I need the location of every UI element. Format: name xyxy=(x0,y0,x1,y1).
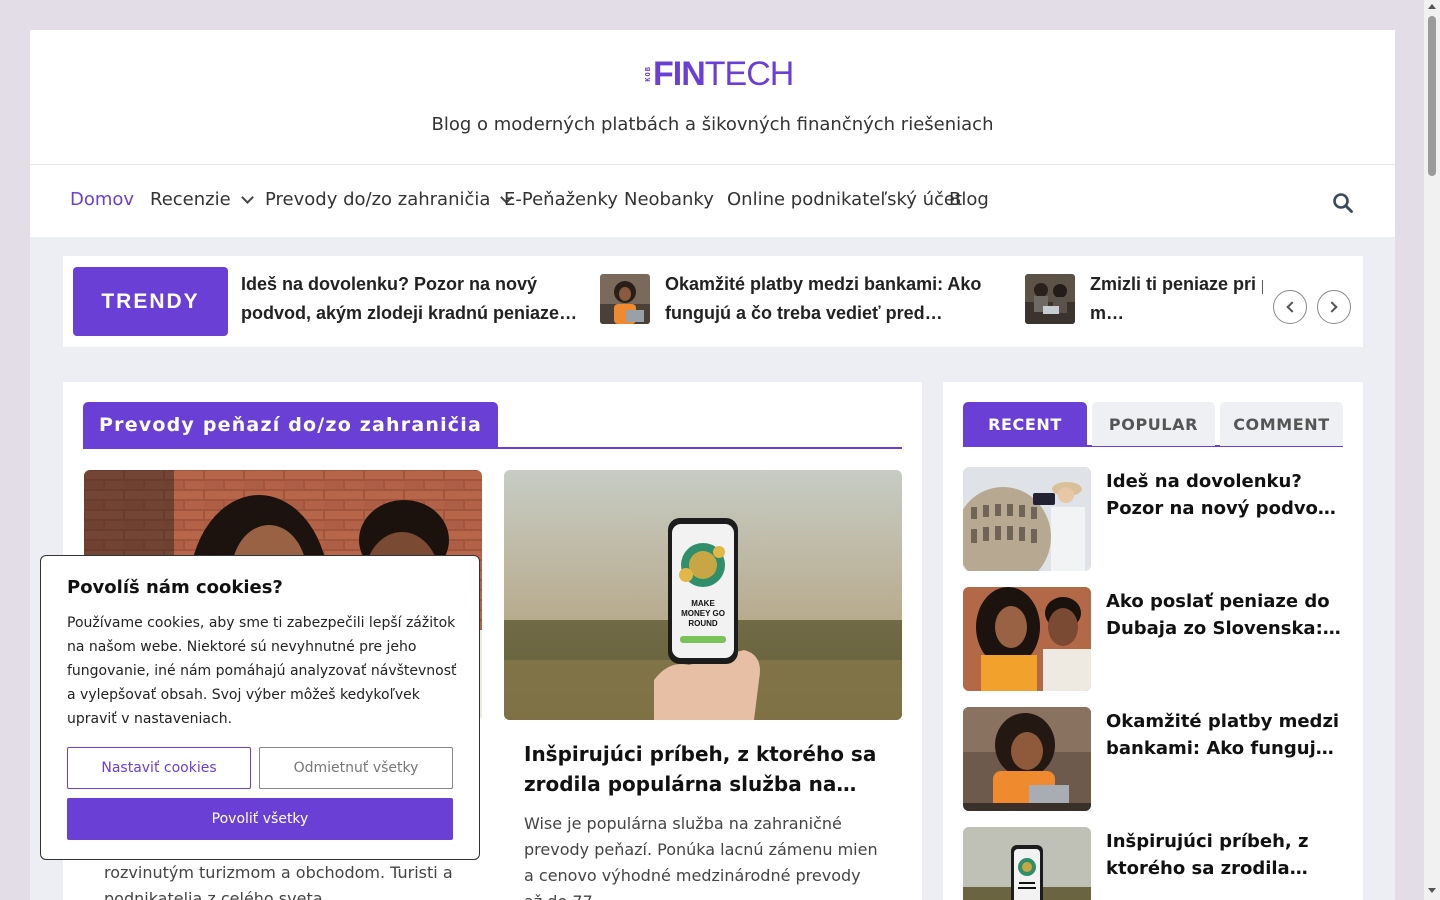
sidebar-tabs: RECENT POPULAR COMMENT xyxy=(963,402,1343,447)
page-scrollbar[interactable] xyxy=(1424,0,1440,900)
nav-label: Blog xyxy=(949,189,989,210)
nav-item-ewallets[interactable]: E-Peňaženky xyxy=(504,189,618,210)
sidebar-post-title[interactable]: Ako poslať peniaze do Dubaja zo Slovensk… xyxy=(1106,588,1343,691)
article-excerpt: rozvinutým turizmom a obchodom. Turisti … xyxy=(104,863,453,900)
tab-popular[interactable]: POPULAR xyxy=(1092,402,1215,446)
trending-prev-button[interactable] xyxy=(1273,290,1307,324)
trending-thumbnail xyxy=(600,274,650,324)
nav-item-neobanks[interactable]: Neobanky xyxy=(624,189,714,210)
nav-item-blog[interactable]: Blog xyxy=(949,189,989,210)
trending-title: Okamžité platby medzi bankami: Ako fungu… xyxy=(665,274,982,323)
sidebar-post[interactable]: Ideš na dovolenku? Pozor na nový podvo… xyxy=(963,467,1343,571)
sidebar-post-thumbnail[interactable] xyxy=(963,587,1091,691)
trending-item[interactable]: Okamžité platby medzi bankami: Ako fungu… xyxy=(600,270,1005,328)
sidebar-post[interactable]: Okamžité platby medzi bankami: Ako fungu… xyxy=(963,707,1343,811)
logo-prefix: KOB xyxy=(644,66,652,82)
trending-next-button[interactable] xyxy=(1317,290,1351,324)
section-title[interactable]: Prevody peňazí do/zo zahraničia xyxy=(83,402,498,448)
article-image[interactable]: MAKE MONEY GO ROUND xyxy=(504,470,902,720)
logo-wordmark: FINTECH xyxy=(653,55,795,93)
cookie-settings-button[interactable]: Nastaviť cookies xyxy=(67,747,251,789)
cookie-accept-button[interactable]: Povoliť všetky xyxy=(67,798,453,840)
main-nav: Domov Recenzie Prevody do/zo zahraničia … xyxy=(30,165,1395,237)
scroll-down-arrow-icon[interactable] xyxy=(1428,888,1436,893)
sidebar-post-title[interactable]: Inšpirujúci príbeh, z ktorého sa zrodila… xyxy=(1106,828,1343,900)
trending-viewport: Ideš na dovolenku? Pozor na nový podvod,… xyxy=(233,256,1263,347)
nav-label: E-Peňaženky xyxy=(504,189,618,210)
site-tagline: Blog o moderných platbách a šikovných fi… xyxy=(431,114,994,135)
article-title[interactable]: Inšpirujúci príbeh, z ktorého sa zrodila… xyxy=(524,739,882,799)
nav-item-business-account[interactable]: Online podnikateľský účet xyxy=(727,189,962,210)
nav-label: Domov xyxy=(70,189,135,210)
cookie-reject-button[interactable]: Odmietnuť všetky xyxy=(259,747,453,789)
article-excerpt: Wise je populárna služba na zahraničné p… xyxy=(524,814,878,900)
nav-label: Neobanky xyxy=(624,189,714,210)
article-card[interactable]: MAKE MONEY GO ROUND Inšpirujúci príbeh, … xyxy=(504,470,902,900)
cookie-text: Používame cookies, aby sme ti zabezpečil… xyxy=(67,615,457,727)
nav-label: Online podnikateľský účet xyxy=(727,189,963,210)
tab-comment[interactable]: COMMENT xyxy=(1220,402,1343,446)
sidebar-post-title[interactable]: Okamžité platby medzi bankami: Ako fungu… xyxy=(1106,708,1343,811)
tab-recent[interactable]: RECENT xyxy=(963,402,1087,446)
scrollbar-thumb[interactable] xyxy=(1428,16,1436,176)
nav-item-reviews[interactable]: Recenzie xyxy=(150,189,254,210)
sidebar-post-thumbnail[interactable] xyxy=(963,707,1091,811)
trending-label: TRENDY xyxy=(73,267,228,336)
sidebar-post-thumbnail[interactable] xyxy=(963,827,1091,900)
sidebar-post-title[interactable]: Ideš na dovolenku? Pozor na nový podvo… xyxy=(1106,468,1343,571)
section-header: Prevody peňazí do/zo zahraničia xyxy=(83,402,902,449)
trending-bar: TRENDY Ideš na dovolenku? Pozor na nový … xyxy=(63,256,1363,347)
search-icon xyxy=(1333,193,1353,213)
sidebar-post-thumbnail[interactable] xyxy=(963,467,1091,571)
cookie-banner: Povolíš nám cookies? Používame cookies, … xyxy=(40,555,480,860)
trending-title: Ideš na dovolenku? Pozor na nový podvod,… xyxy=(241,274,578,323)
chevron-right-icon xyxy=(1326,301,1338,313)
sidebar-widget: RECENT POPULAR COMMENT Ideš na dovolenku… xyxy=(943,382,1363,900)
trending-title: Zmizli ti peniaze pri prevode? Aj keď si… xyxy=(1090,274,1263,323)
trending-thumbnail xyxy=(1025,274,1075,324)
nav-item-home[interactable]: Domov xyxy=(70,189,134,210)
nav-label: Prevody do/zo zahraničia xyxy=(265,189,491,210)
scroll-up-arrow-icon[interactable] xyxy=(1428,4,1436,9)
phone-text: MONEY GO xyxy=(681,609,725,618)
phone-text: MAKE xyxy=(691,599,715,608)
logo-bold: FIN xyxy=(653,55,706,93)
phone-text: ROUND xyxy=(688,619,718,628)
trending-item[interactable]: Ideš na dovolenku? Pozor na nový podvod,… xyxy=(241,270,581,328)
nav-item-transfers[interactable]: Prevody do/zo zahraničia xyxy=(265,189,514,210)
site-header: KOB FINTECH Blog o moderných platbách a … xyxy=(30,30,1395,165)
cookie-title: Povolíš nám cookies? xyxy=(67,577,283,598)
trending-item[interactable]: Zmizli ti peniaze pri prevode? Aj keď si… xyxy=(1025,270,1263,328)
site-logo[interactable]: KOB FINTECH xyxy=(644,55,795,93)
logo-light: TECH xyxy=(704,55,795,93)
sidebar-post[interactable]: Inšpirujúci príbeh, z ktorého sa zrodila… xyxy=(963,827,1343,900)
chevron-left-icon xyxy=(1286,301,1298,313)
chevron-down-icon xyxy=(240,190,254,204)
nav-label: Recenzie xyxy=(150,189,231,210)
sidebar-post[interactable]: Ako poslať peniaze do Dubaja zo Slovensk… xyxy=(963,587,1343,691)
search-button[interactable] xyxy=(1332,192,1354,214)
